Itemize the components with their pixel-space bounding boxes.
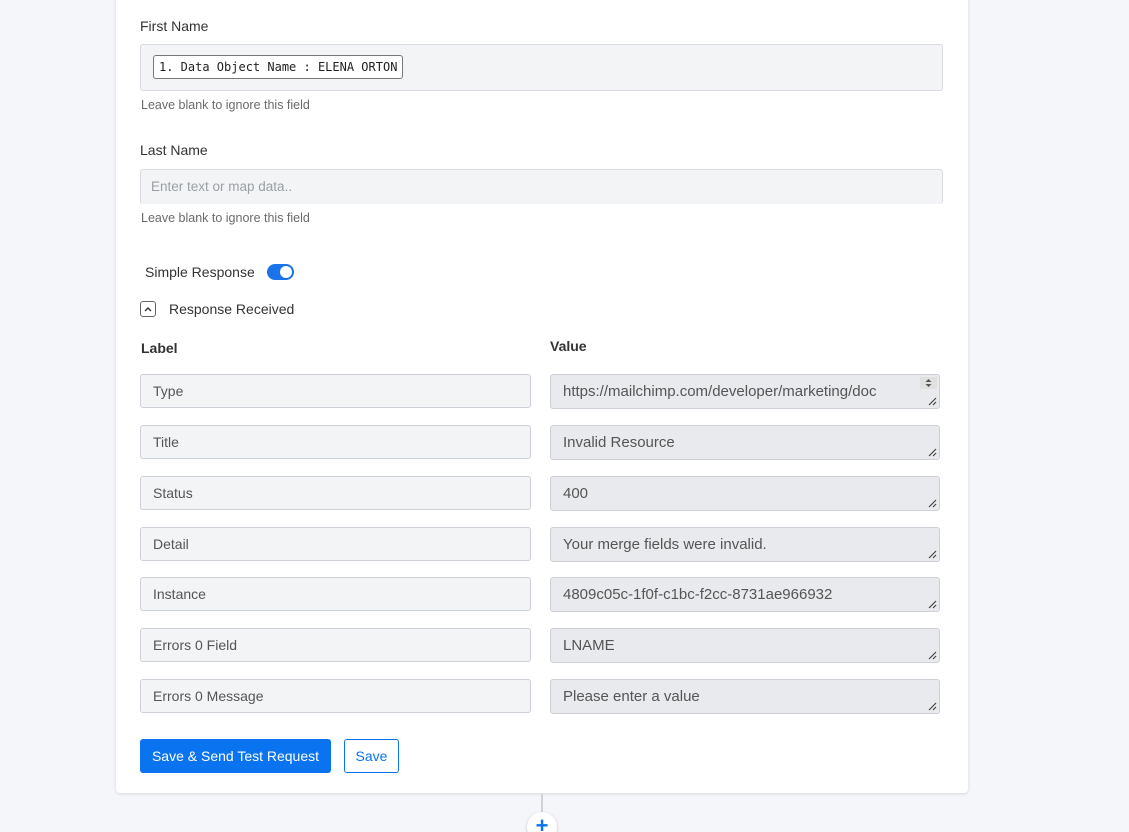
resize-handle-icon[interactable] bbox=[927, 701, 937, 711]
response-value-text: https://mailchimp.com/developer/marketin… bbox=[563, 383, 877, 400]
response-value-instance[interactable]: 4809c05c-1f0f-c1bc-f2cc-8731ae966932 bbox=[550, 577, 940, 612]
first-name-field[interactable]: 1. Data Object Name : ELENA ORTON bbox=[140, 44, 943, 91]
resize-handle-icon[interactable] bbox=[927, 498, 937, 508]
response-value-errors-field[interactable]: LNAME bbox=[550, 628, 940, 663]
last-name-placeholder: Enter text or map data.. bbox=[151, 179, 293, 194]
value-column-header: Value bbox=[550, 338, 587, 354]
resize-handle-icon[interactable] bbox=[927, 650, 937, 660]
save-send-test-button[interactable]: Save & Send Test Request bbox=[140, 739, 331, 773]
response-received-header: Response Received bbox=[140, 301, 294, 317]
response-label-detail[interactable]: Detail bbox=[140, 527, 531, 561]
response-value-title[interactable]: Invalid Resource bbox=[550, 425, 940, 460]
response-label-status[interactable]: Status bbox=[140, 476, 531, 510]
chevron-up-icon bbox=[144, 307, 152, 312]
save-button[interactable]: Save bbox=[344, 739, 399, 773]
simple-response-label: Simple Response bbox=[145, 264, 255, 280]
resize-handle-icon[interactable] bbox=[927, 447, 937, 457]
response-value-text: 4809c05c-1f0f-c1bc-f2cc-8731ae966932 bbox=[563, 586, 833, 603]
mapped-data-chip[interactable]: 1. Data Object Name : ELENA ORTON bbox=[153, 55, 404, 79]
response-value-type[interactable]: https://mailchimp.com/developer/marketin… bbox=[550, 374, 940, 409]
label-column-header: Label bbox=[141, 340, 178, 356]
response-label-errors-message[interactable]: Errors 0 Message bbox=[140, 679, 531, 713]
response-value-detail[interactable]: Your merge fields were invalid. bbox=[550, 527, 940, 562]
simple-response-toggle[interactable] bbox=[266, 264, 294, 280]
last-name-help: Leave blank to ignore this field bbox=[141, 211, 310, 225]
collapse-button[interactable] bbox=[140, 301, 156, 317]
last-name-label: Last Name bbox=[140, 142, 208, 158]
response-label-errors-field[interactable]: Errors 0 Field bbox=[140, 628, 531, 662]
response-value-text: 400 bbox=[563, 485, 589, 502]
response-value-text: LNAME bbox=[563, 637, 615, 654]
response-label-instance[interactable]: Instance bbox=[140, 577, 531, 611]
toggle-knob bbox=[279, 266, 292, 278]
scroll-spinner-icon[interactable] bbox=[920, 377, 937, 389]
simple-response-row: Simple Response bbox=[145, 264, 294, 280]
response-label-type[interactable]: Type bbox=[140, 374, 531, 408]
resize-handle-icon[interactable] bbox=[927, 599, 937, 609]
response-label-title[interactable]: Title bbox=[140, 425, 531, 459]
response-value-status[interactable]: 400 bbox=[550, 476, 940, 511]
first-name-help: Leave blank to ignore this field bbox=[141, 98, 310, 112]
response-value-text: Invalid Resource bbox=[563, 434, 675, 451]
first-name-label: First Name bbox=[140, 18, 209, 34]
resize-handle-icon[interactable] bbox=[927, 549, 937, 559]
response-value-errors-message[interactable]: Please enter a value bbox=[550, 679, 940, 714]
resize-handle-icon[interactable] bbox=[927, 396, 937, 406]
add-step-button[interactable]: + bbox=[527, 812, 557, 832]
last-name-field[interactable]: Enter text or map data.. bbox=[140, 169, 943, 204]
response-value-text: Please enter a value bbox=[563, 688, 700, 705]
response-value-text: Your merge fields were invalid. bbox=[563, 536, 767, 553]
response-received-title: Response Received bbox=[169, 301, 295, 317]
